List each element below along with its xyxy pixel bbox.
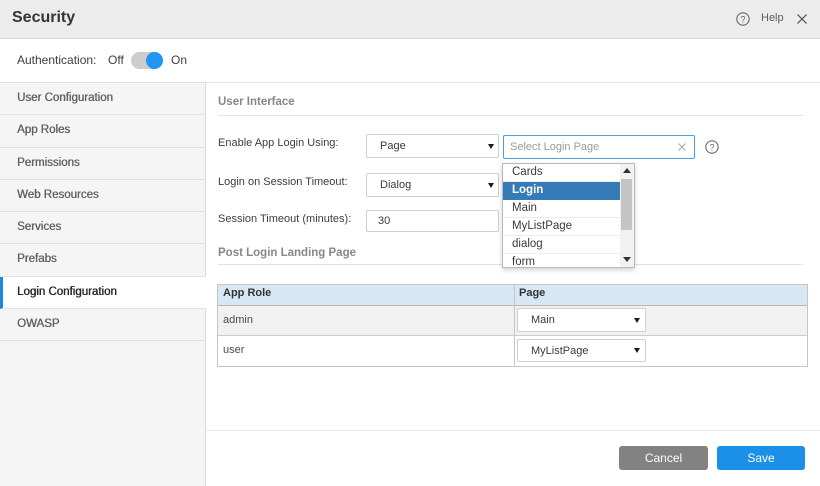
svg-text:?: ? [740, 15, 745, 25]
svg-text:?: ? [709, 143, 714, 153]
